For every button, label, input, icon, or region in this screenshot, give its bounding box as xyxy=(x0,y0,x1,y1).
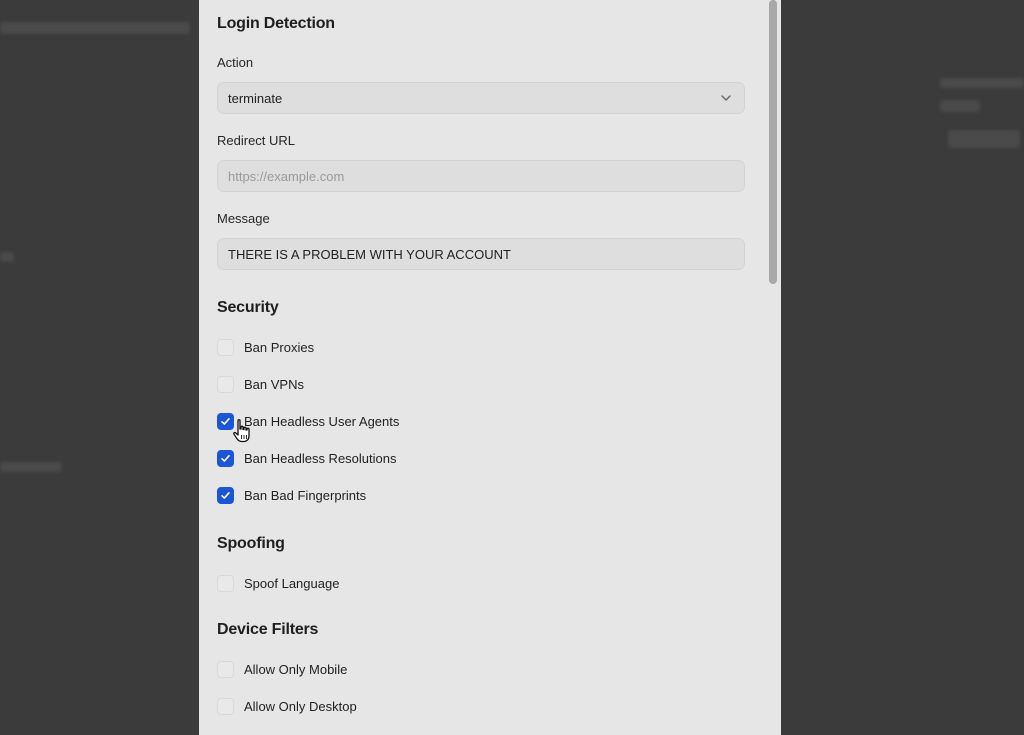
checkbox-row-ban-vpns[interactable]: Ban VPNs xyxy=(217,374,304,394)
ban-headless-user-agents-label: Ban Headless User Agents xyxy=(244,413,400,429)
section-title-security: Security xyxy=(217,299,279,316)
background-text-blurred xyxy=(940,100,980,112)
ban-bad-fingerprints-checkbox[interactable] xyxy=(217,486,234,504)
checkbox-row-ban-headless-resolutions[interactable]: Ban Headless Resolutions xyxy=(217,448,396,468)
ban-vpns-label: Ban VPNs xyxy=(244,376,304,392)
ban-headless-resolutions-checkbox[interactable] xyxy=(217,449,234,467)
redirect-url-input[interactable]: https://example.com xyxy=(217,160,745,192)
chevron-down-icon xyxy=(721,95,731,101)
redirect-url-placeholder: https://example.com xyxy=(228,168,345,184)
action-select[interactable]: terminate xyxy=(217,82,745,114)
ban-proxies-label: Ban Proxies xyxy=(244,339,315,355)
checkbox-row-ban-proxies[interactable]: Ban Proxies xyxy=(217,337,314,357)
scrollbar-thumb[interactable] xyxy=(769,0,777,284)
checkbox-row-spoof-language[interactable]: Spoof Language xyxy=(217,573,339,593)
section-title-login-detection: Login Detection xyxy=(217,15,335,32)
background-text-blurred xyxy=(0,462,62,472)
action-select-value: terminate xyxy=(228,90,283,106)
ban-vpns-checkbox[interactable] xyxy=(217,375,234,393)
allow-only-mobile-checkbox[interactable] xyxy=(217,660,234,678)
checkbox-row-ban-bad-fingerprints[interactable]: Ban Bad Fingerprints xyxy=(217,485,366,505)
allow-only-desktop-label: Allow Only Desktop xyxy=(244,698,357,714)
spoof-language-checkbox[interactable] xyxy=(217,574,234,592)
allow-only-desktop-checkbox[interactable] xyxy=(217,697,234,715)
spoof-language-label: Spoof Language xyxy=(244,575,340,591)
background-text-blurred xyxy=(948,130,1020,148)
action-label: Action xyxy=(217,55,254,70)
ban-proxies-checkbox[interactable] xyxy=(217,338,234,356)
message-value: THERE IS A PROBLEM WITH YOUR ACCOUNT xyxy=(228,246,511,262)
allow-only-mobile-label: Allow Only Mobile xyxy=(244,661,348,677)
panel-scrollbar[interactable] xyxy=(769,0,781,735)
background-text-blurred xyxy=(940,78,1024,88)
hand-pointer-cursor-icon xyxy=(233,419,250,443)
message-input[interactable]: THERE IS A PROBLEM WITH YOUR ACCOUNT xyxy=(217,238,745,270)
checkmark-icon xyxy=(221,417,230,425)
section-title-spoofing: Spoofing xyxy=(217,535,285,552)
ban-bad-fingerprints-label: Ban Bad Fingerprints xyxy=(244,487,367,503)
checkmark-icon xyxy=(221,491,230,499)
redirect-url-label: Redirect URL xyxy=(217,133,296,148)
checkbox-row-allow-only-desktop[interactable]: Allow Only Desktop xyxy=(217,696,357,716)
checkmark-icon xyxy=(221,454,230,462)
settings-panel: Login Detection Action terminate Redirec… xyxy=(199,0,781,735)
background-text-blurred xyxy=(0,252,14,262)
ban-headless-resolutions-label: Ban Headless Resolutions xyxy=(244,450,397,466)
checkbox-row-allow-only-mobile[interactable]: Allow Only Mobile xyxy=(217,659,347,679)
background-text-blurred xyxy=(0,22,190,34)
section-title-device-filters: Device Filters xyxy=(217,621,319,638)
message-label: Message xyxy=(217,211,270,226)
